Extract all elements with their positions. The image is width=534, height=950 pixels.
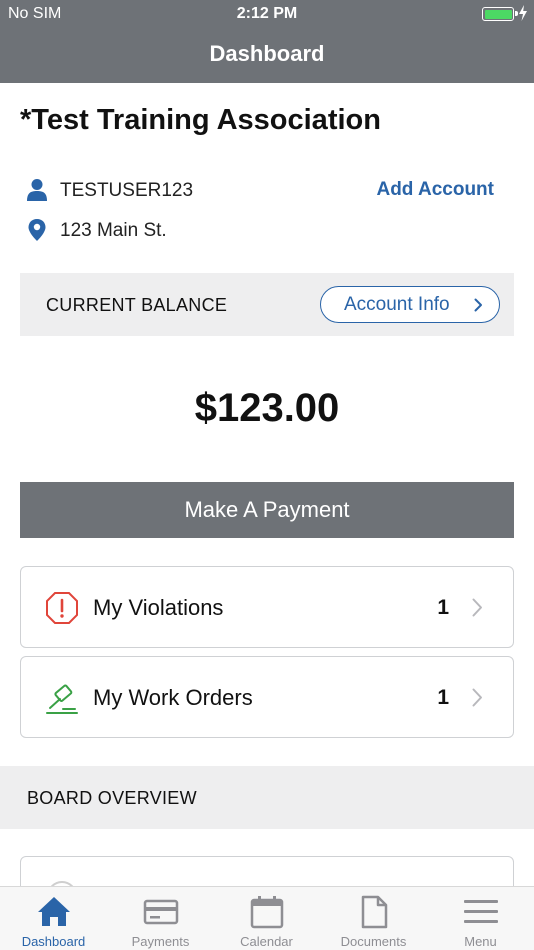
tab-payments-label: Payments [131,934,190,949]
hamburger-menu-icon [463,900,498,923]
charging-bolt-icon [519,5,527,21]
top-bar: No SIM 2:12 PM Dashboard [0,0,534,83]
tab-bar: Dashboard Payments Calendar Documents Me… [0,886,534,950]
work-orders-card[interactable]: My Work Orders 1 [20,656,514,738]
status-time: 2:12 PM [236,5,298,22]
balance-amount: $123.00 [194,386,340,430]
tab-calendar[interactable]: Calendar [213,887,320,950]
username: TESTUSER123 [60,180,194,201]
association-name: *Test Training Association [20,104,381,136]
make-payment-button[interactable]: Make A Payment [20,482,514,538]
violations-count: 1 [437,596,449,619]
tab-documents-label: Documents [340,934,407,949]
calendar-icon [250,896,283,929]
chevron-right-icon [472,688,482,707]
current-balance-bar: CURRENT BALANCE Account Info [20,273,514,336]
board-overview-header: BOARD OVERVIEW [0,766,534,829]
add-account-link[interactable]: Add Account [376,179,494,201]
tab-calendar-label: Calendar [240,934,293,949]
work-orders-label: My Work Orders [93,685,253,710]
address: 123 Main St. [60,220,167,241]
page-title: Dashboard [209,41,325,66]
current-balance-label: CURRENT BALANCE [46,295,228,315]
credit-card-icon [143,899,178,925]
tab-dashboard[interactable]: Dashboard [0,887,107,950]
work-order-hammer-icon [46,684,78,714]
violations-label: My Violations [93,595,224,620]
status-bar: No SIM 2:12 PM [0,0,534,28]
violation-warning-icon [46,592,78,624]
user-row: TESTUSER123 Add Account [26,176,516,206]
tab-menu[interactable]: Menu [427,887,534,950]
account-info-button[interactable]: Account Info [320,286,500,323]
location-pin-icon [28,219,46,241]
tab-documents[interactable]: Documents [320,887,427,950]
document-icon [361,895,387,929]
address-row: 123 Main St. [26,216,516,246]
chevron-right-icon [472,598,482,617]
violations-card[interactable]: My Violations 1 [20,566,514,648]
tab-dashboard-label: Dashboard [21,934,86,949]
tab-menu-label: Menu [464,934,497,949]
chevron-right-icon [474,298,482,312]
user-icon [27,179,47,201]
battery-icon [482,7,518,21]
home-icon [37,897,70,926]
board-overview-label: BOARD OVERVIEW [27,788,197,808]
tab-payments[interactable]: Payments [107,887,214,950]
account-info-label: Account Info [344,294,450,315]
work-orders-count: 1 [437,686,449,709]
make-payment-label: Make A Payment [184,497,350,522]
